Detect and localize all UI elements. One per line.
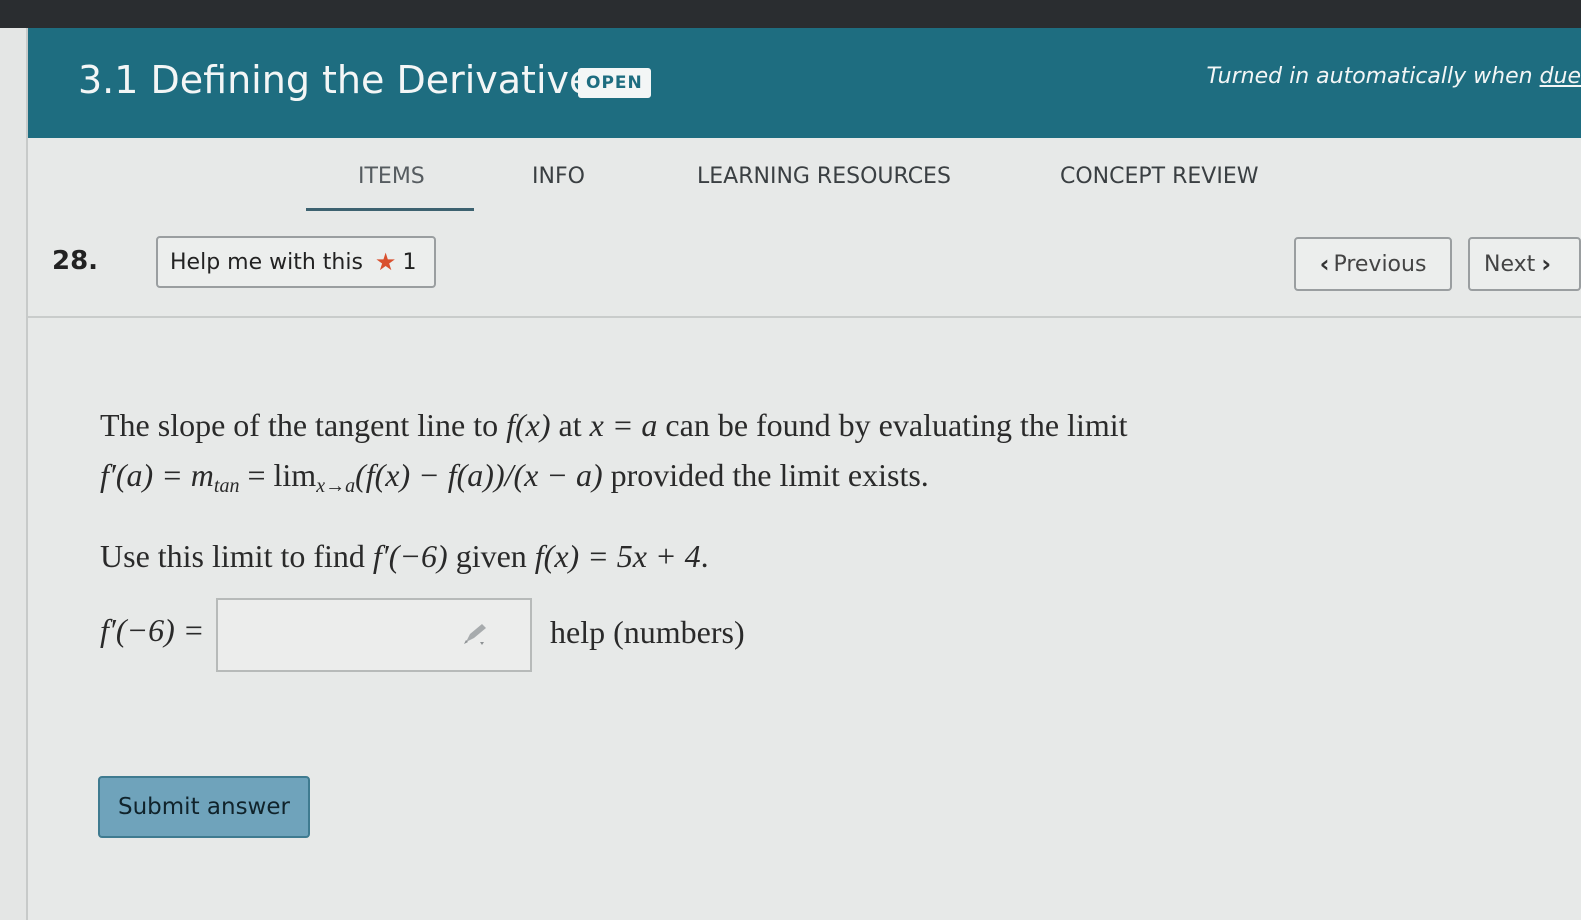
- turned-in-note: Turned in automatically when due: [1206, 64, 1581, 89]
- answer-row: f′(−6) = help (numbers): [100, 596, 1000, 676]
- math-lim: = lim: [239, 457, 317, 493]
- math-derivative: f′(a) = m: [100, 457, 214, 493]
- math-f-prime-minus-6: f′(−6): [372, 538, 448, 574]
- math-fx: f(x): [506, 407, 551, 443]
- star-icon: ★: [374, 248, 397, 276]
- help-me-label: Help me with this: [170, 249, 363, 275]
- tab-bar: ITEMS INFO LEARNING RESOURCES CONCEPT RE…: [28, 138, 1581, 218]
- divider: [28, 316, 1581, 318]
- question-line-3: Use this limit to find f′(−6) given f(x)…: [100, 531, 1300, 581]
- active-tab-indicator: [306, 208, 474, 211]
- chevron-left-icon: ‹: [1319, 250, 1330, 278]
- math-difference-quotient: (f(x) − f(a))/(x − a): [355, 457, 603, 493]
- submit-answer-button[interactable]: Submit answer: [98, 776, 310, 838]
- question-text: The slope of the tangent line to f(x) at…: [100, 400, 1300, 581]
- question-line-2: f′(a) = mtan = limx→a(f(x) − f(a))/(x − …: [100, 450, 1300, 511]
- tab-items[interactable]: ITEMS: [358, 164, 425, 189]
- left-margin: [0, 28, 28, 920]
- math-x-equals-a: x = a: [589, 407, 658, 443]
- status-badge: OPEN: [578, 68, 651, 98]
- chevron-right-icon: ›: [1541, 250, 1552, 278]
- assignment-panel: ITEMS INFO LEARNING RESOURCES CONCEPT RE…: [28, 138, 1581, 920]
- question-text-fragment: at: [550, 407, 590, 443]
- screen-top-bezel: [0, 0, 1581, 28]
- due-link[interactable]: due: [1540, 64, 1581, 89]
- help-count: 1: [402, 249, 417, 275]
- tab-concept-review[interactable]: CONCEPT REVIEW: [1060, 164, 1258, 189]
- question-line-1: The slope of the tangent line to f(x) at…: [100, 400, 1300, 450]
- question-text-fragment: given: [447, 538, 535, 574]
- math-function-definition: f(x) = 5x + 4: [534, 538, 701, 574]
- help-numbers-link[interactable]: help (numbers): [550, 614, 745, 651]
- previous-label: Previous: [1333, 251, 1427, 277]
- assignment-header: 3.1 Defining the Derivative OPEN Turned …: [28, 28, 1581, 138]
- help-me-button[interactable]: Help me with this ★ 1: [156, 236, 436, 288]
- math-subscript-tan: tan: [213, 475, 240, 497]
- turned-in-text: Turned in automatically when: [1206, 64, 1540, 89]
- tab-learning-resources[interactable]: LEARNING RESOURCES: [697, 164, 951, 189]
- math-subscript-limit: x→a: [316, 475, 356, 497]
- page-title: 3.1 Defining the Derivative: [78, 58, 593, 102]
- question-text-fragment: The slope of the tangent line to: [100, 407, 507, 443]
- question-text-fragment: provided the limit exists.: [602, 457, 929, 493]
- question-number: 28.: [52, 246, 99, 276]
- question-text-fragment: Use this limit to find: [100, 538, 373, 574]
- question-text-fragment: .: [700, 538, 709, 574]
- tab-info[interactable]: INFO: [532, 164, 585, 189]
- next-label: Next: [1484, 251, 1536, 277]
- pencil-icon[interactable]: [462, 622, 492, 646]
- answer-label: f′(−6) =: [100, 612, 205, 648]
- previous-button[interactable]: ‹ Previous: [1294, 237, 1452, 291]
- next-button[interactable]: Next ›: [1468, 237, 1581, 291]
- question-text-fragment: can be found by evaluating the limit: [657, 407, 1128, 443]
